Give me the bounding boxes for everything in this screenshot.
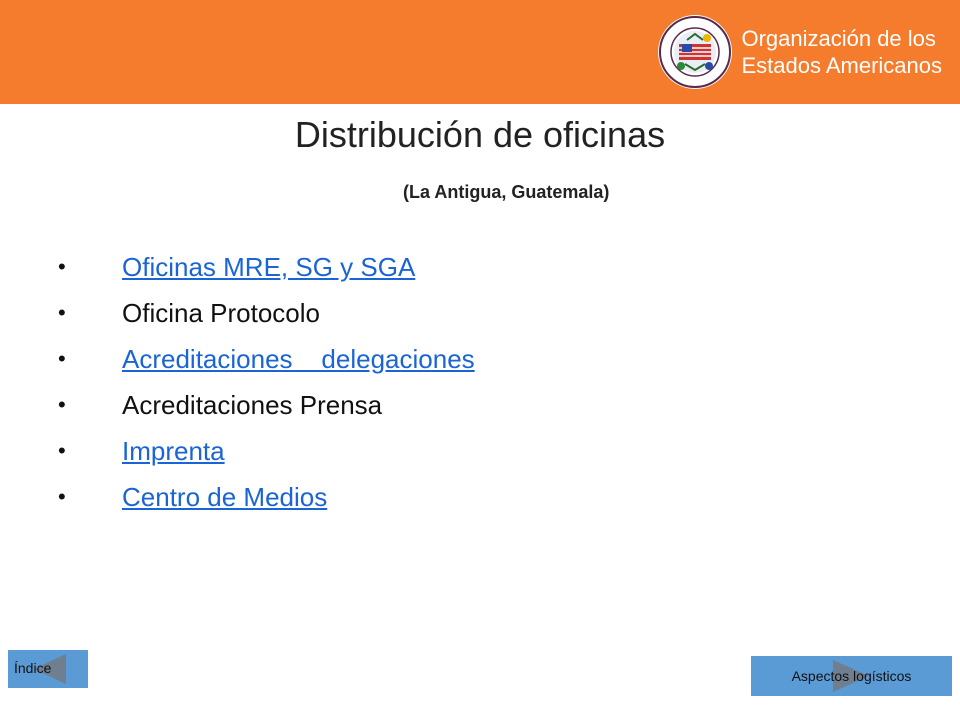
oas-seal-icon: [658, 15, 733, 89]
aspectos-label: Aspectos logísticos: [791, 668, 912, 684]
link-acreditaciones-delegaciones[interactable]: Acreditaciones delegaciones: [122, 344, 475, 375]
bullet-icon: •: [58, 346, 66, 371]
org-name-line1: Organización de los: [741, 26, 936, 51]
org-name: Organización de los Estados Americanos: [741, 25, 942, 79]
link-centro-de-medios[interactable]: Centro de Medios: [122, 482, 327, 513]
bullet-icon: •: [58, 254, 66, 279]
text-oficina-protocolo: Oficina Protocolo: [122, 297, 320, 328]
list-item: • Acreditaciones Prensa: [58, 382, 475, 428]
bullet-icon: •: [58, 438, 66, 463]
list-item[interactable]: • Acreditaciones delegaciones: [58, 336, 475, 382]
text-acreditaciones-prensa: Acreditaciones Prensa: [122, 389, 383, 420]
indice-label: Índice: [14, 660, 52, 676]
brand: Organización de los Estados Americanos: [657, 12, 942, 92]
link-imprenta[interactable]: Imprenta: [122, 436, 225, 467]
indice-button[interactable]: Índice: [8, 650, 88, 688]
list-item[interactable]: • Imprenta: [58, 428, 475, 474]
list-item: • Oficina Protocolo: [58, 290, 475, 336]
office-list: • Oficinas MRE, SG y SGA • Oficina Proto…: [58, 244, 475, 520]
org-name-line2: Estados Americanos: [741, 53, 942, 78]
list-item[interactable]: • Centro de Medios: [58, 474, 475, 520]
bullet-icon: •: [58, 484, 66, 509]
link-oficinas-mre[interactable]: Oficinas MRE, SG y SGA: [122, 252, 415, 283]
list-item[interactable]: • Oficinas MRE, SG y SGA: [58, 244, 475, 290]
slide-title: Distribución de oficinas: [294, 114, 666, 155]
aspectos-logisticos-button[interactable]: Aspectos logísticos: [751, 656, 952, 696]
bullet-icon: •: [58, 392, 66, 417]
slide-subtitle: (La Antigua, Guatemala): [403, 182, 610, 202]
bullet-icon: •: [58, 300, 66, 325]
header-bar: Organización de los Estados Americanos: [0, 0, 960, 104]
